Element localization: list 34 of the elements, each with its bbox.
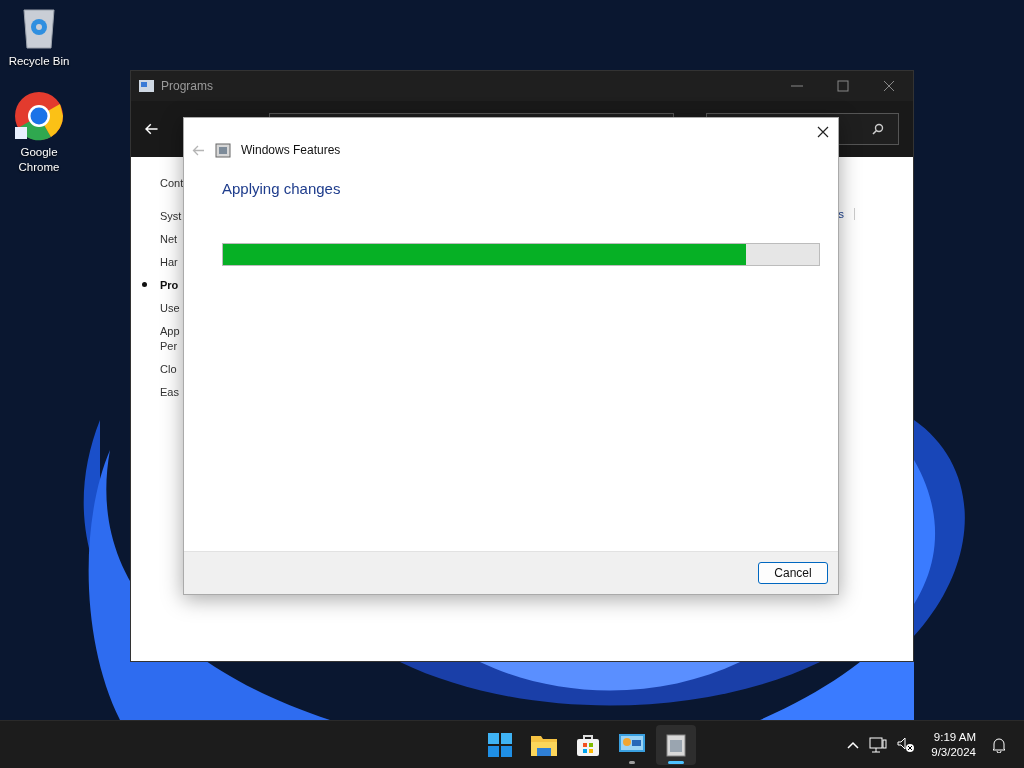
taskbar-button[interactable] (655, 724, 696, 765)
recycle-bin-icon[interactable] (20, 6, 58, 50)
sidebar-item[interactable]: App (160, 324, 180, 337)
search-icon (872, 123, 884, 135)
clock-date[interactable]: 9/3/2024 (931, 744, 976, 760)
muted-speaker-icon[interactable] (897, 736, 916, 753)
chevron-up-icon[interactable] (847, 740, 860, 749)
sidebar-item[interactable]: Per (160, 339, 178, 352)
chrome-icon[interactable] (14, 91, 64, 141)
close-icon[interactable] (817, 126, 829, 138)
desktop-icon-label[interactable]: Recycle Bin (4, 54, 74, 69)
features-icon (215, 142, 231, 158)
maximize-icon[interactable] (837, 80, 849, 92)
folder-icon (530, 733, 557, 756)
window-title: Programs (161, 79, 213, 93)
bell-icon[interactable] (992, 736, 1006, 753)
sidebar-item[interactable]: Use (160, 301, 180, 314)
windows-logo-icon (487, 732, 512, 757)
cancel-button[interactable]: Cancel (758, 562, 828, 584)
sidebar-item[interactable]: Har (160, 255, 178, 268)
sidebar-item[interactable]: Eas (160, 385, 179, 398)
features-icon (665, 732, 686, 757)
sidebar-item[interactable]: Pro (160, 278, 179, 291)
desktop-icon-label[interactable]: Google Chrome (4, 145, 74, 175)
shopping-bag-icon (575, 732, 600, 757)
sidebar-item[interactable]: Clo (160, 362, 177, 375)
dialog-heading: Applying changes (222, 180, 342, 197)
network-icon[interactable] (869, 736, 888, 753)
dialog-title: Windows Features (241, 143, 341, 157)
sidebar-item[interactable]: Net (160, 232, 178, 245)
clock-time[interactable]: 9:19 AM (933, 729, 976, 745)
control-panel-icon (139, 79, 155, 93)
sidebar-item[interactable]: Syst (160, 209, 182, 222)
sidebar-item[interactable]: Cont (160, 176, 184, 189)
